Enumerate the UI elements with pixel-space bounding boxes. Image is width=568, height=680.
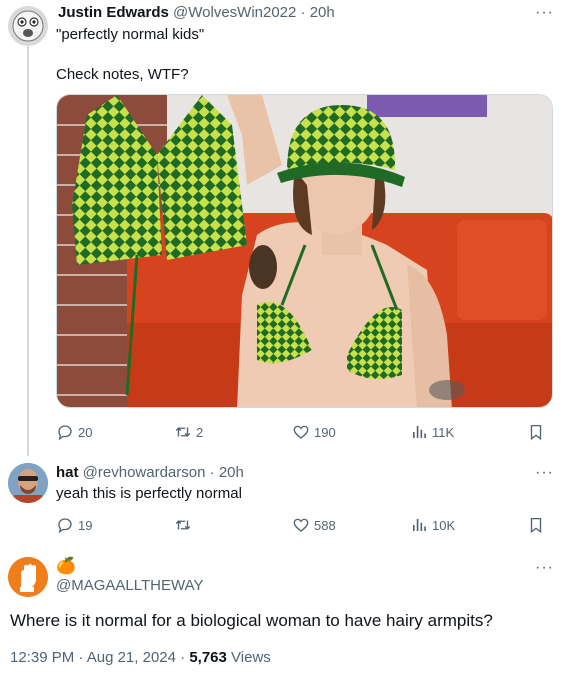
views-icon — [413, 426, 426, 438]
tweet-actions: 19 588 10K — [56, 515, 556, 535]
timestamp[interactable]: 20h — [219, 464, 244, 481]
retweet-count: 2 — [196, 424, 204, 440]
tweet-actions: 20 2 190 11K — [56, 422, 556, 442]
author-name[interactable]: Justin Edwards — [58, 4, 169, 21]
tweet-metadata: 12:39 PM · Aug 21, 2024 · 5,763 Views — [10, 648, 271, 668]
timestamp[interactable]: 20h — [310, 4, 335, 21]
avatar[interactable] — [8, 557, 48, 597]
retweet-icon — [175, 427, 191, 437]
bookmark-icon — [530, 424, 542, 441]
views-label: Views — [231, 649, 271, 666]
retweet-icon — [175, 520, 191, 530]
timestamp[interactable]: 12:39 PM — [10, 649, 74, 666]
main-tweet-text: Where is it normal for a biological woma… — [10, 611, 493, 630]
retweet-button[interactable]: 2 — [174, 422, 203, 442]
more-icon[interactable]: ··· — [535, 560, 554, 576]
views-icon — [413, 519, 426, 531]
reply-icon — [58, 518, 72, 534]
thread-line — [27, 46, 29, 456]
more-icon[interactable]: ··· — [535, 5, 554, 21]
views-button[interactable]: 11K — [410, 422, 454, 442]
views-count: 5,763 — [189, 649, 227, 666]
tweet-header: Justin Edwards @WolvesWin2022 · 20h — [58, 3, 335, 23]
author-handle[interactable]: @revhowardarson — [83, 464, 206, 481]
like-count: 588 — [314, 517, 336, 533]
like-button[interactable]: 588 — [292, 515, 336, 535]
like-button[interactable]: 190 — [292, 422, 336, 442]
like-icon — [293, 518, 309, 532]
views-count: 10K — [432, 517, 456, 533]
photo-image — [57, 95, 552, 407]
bookmark-button[interactable] — [527, 515, 549, 535]
separator: · — [300, 4, 306, 21]
author-handle[interactable]: @WolvesWin2022 — [173, 4, 296, 21]
bookmark-button[interactable] — [527, 422, 549, 442]
like-count: 190 — [314, 424, 336, 440]
separator: · — [180, 649, 186, 666]
tweet-text-line: Check notes, WTF? — [56, 66, 189, 83]
date[interactable]: Aug 21, 2024 — [87, 649, 176, 666]
tweet-text: yeah this is perfectly normal — [56, 485, 242, 502]
reply-button[interactable]: 20 — [56, 422, 92, 442]
like-icon — [293, 425, 309, 439]
retweet-button[interactable] — [174, 515, 196, 535]
views-button[interactable]: 10K — [410, 515, 455, 535]
display-name-emoji: 🍊 — [56, 556, 76, 575]
avatar-image — [8, 463, 48, 503]
more-icon[interactable]: ··· — [535, 465, 554, 481]
separator: · — [78, 649, 84, 666]
reply-count: 20 — [78, 424, 93, 440]
avatar-image — [8, 6, 48, 46]
tweet-header: hat @revhowardarson · 20h — [56, 463, 244, 483]
author-handle[interactable]: @MAGAALLTHEWAY — [56, 576, 203, 596]
author-name[interactable]: hat — [56, 464, 79, 481]
separator: · — [209, 464, 215, 481]
fist-icon — [8, 557, 48, 597]
reply-button[interactable]: 19 — [56, 515, 92, 535]
tweet-text-line: "perfectly normal kids" — [56, 26, 205, 43]
tweet-photo[interactable] — [56, 94, 553, 408]
reply-icon — [58, 425, 72, 441]
avatar[interactable] — [8, 463, 48, 503]
avatar[interactable] — [8, 6, 48, 46]
reply-count: 19 — [78, 517, 93, 533]
bookmark-icon — [530, 517, 542, 534]
views-count: 11K — [432, 424, 455, 440]
